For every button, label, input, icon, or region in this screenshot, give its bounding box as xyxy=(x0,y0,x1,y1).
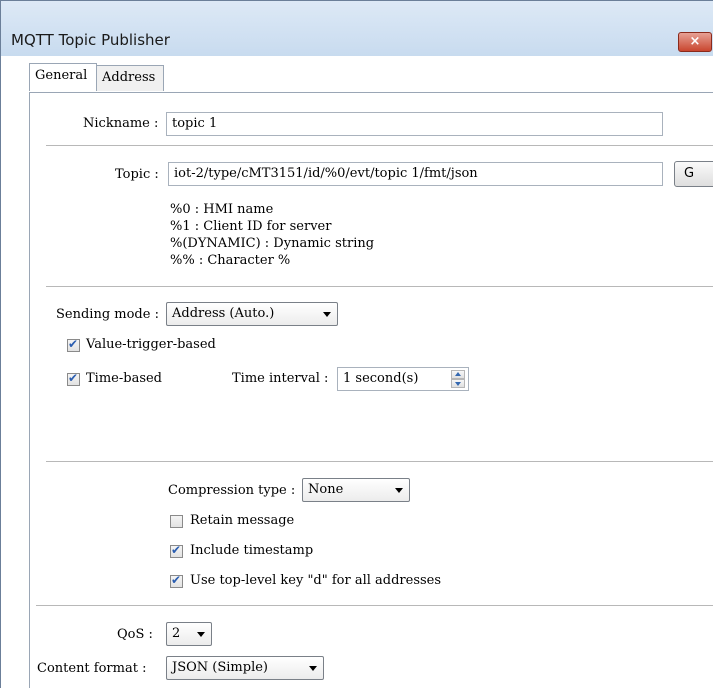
time-interval-value: 1 second(s) xyxy=(343,371,419,386)
chevron-down-icon xyxy=(197,632,205,637)
close-button[interactable]: × xyxy=(678,32,712,52)
tab-general-label: General xyxy=(35,68,88,83)
top-level-key-checkbox[interactable] xyxy=(170,573,183,588)
sending-mode-value: Address (Auto.) xyxy=(172,306,275,321)
include-timestamp-checkbox[interactable] xyxy=(170,543,183,558)
divider xyxy=(46,286,713,287)
content-format-dropdown[interactable]: JSON (Simple) xyxy=(166,656,324,680)
topic-help-line: %(DYNAMIC) : Dynamic string xyxy=(170,236,375,251)
divider xyxy=(46,461,713,462)
topic-generate-label: G xyxy=(684,166,695,181)
divider xyxy=(36,605,713,606)
compression-type-label: Compression type : xyxy=(168,483,296,498)
tab-address-label: Address xyxy=(102,70,156,85)
tab-general[interactable]: General xyxy=(29,63,97,91)
include-timestamp-label: Include timestamp xyxy=(190,543,314,558)
nickname-value: topic 1 xyxy=(172,116,218,131)
spin-down-icon[interactable] xyxy=(451,379,465,388)
value-trigger-checkbox[interactable] xyxy=(67,337,80,352)
divider xyxy=(46,145,713,146)
chevron-down-icon xyxy=(323,312,331,317)
qos-label: QoS : xyxy=(117,627,153,642)
chevron-down-icon xyxy=(309,666,317,671)
time-interval-spinner[interactable]: 1 second(s) xyxy=(337,367,469,391)
compression-type-dropdown[interactable]: None xyxy=(302,478,410,502)
title-bar[interactable]: MQTT Topic Publisher × xyxy=(1,1,713,56)
nickname-field[interactable]: topic 1 xyxy=(166,112,663,136)
sending-mode-label: Sending mode : xyxy=(56,307,159,322)
content-format-value: JSON (Simple) xyxy=(172,660,268,675)
retain-message-checkbox[interactable] xyxy=(170,515,183,528)
nickname-label: Nickname : xyxy=(83,116,159,131)
sending-mode-dropdown[interactable]: Address (Auto.) xyxy=(166,302,338,326)
chevron-down-icon xyxy=(395,488,403,493)
tab-address[interactable]: Address xyxy=(96,65,164,91)
dialog-window: MQTT Topic Publisher × General Address N… xyxy=(0,0,713,688)
topic-help-line: %1 : Client ID for server xyxy=(170,219,332,234)
qos-value: 2 xyxy=(172,626,181,641)
topic-help-line: %% : Character % xyxy=(170,253,291,268)
topic-help-line: %0 : HMI name xyxy=(170,202,274,217)
time-based-checkbox[interactable] xyxy=(67,371,80,386)
compression-type-value: None xyxy=(308,482,344,497)
time-interval-label: Time interval : xyxy=(232,371,329,386)
window-title: MQTT Topic Publisher xyxy=(11,31,170,49)
time-based-label: Time-based xyxy=(86,371,163,386)
spin-up-icon[interactable] xyxy=(451,370,465,379)
close-icon: × xyxy=(689,34,701,49)
topic-value: iot-2/type/cMT3151/id/%0/evt/topic 1/fmt… xyxy=(174,166,478,181)
topic-label: Topic : xyxy=(115,167,159,182)
topic-generate-button[interactable]: G xyxy=(674,161,713,187)
value-trigger-label: Value-trigger-based xyxy=(86,337,216,352)
content-format-label: Content format : xyxy=(37,661,147,676)
topic-field[interactable]: iot-2/type/cMT3151/id/%0/evt/topic 1/fmt… xyxy=(168,162,663,186)
top-level-key-label: Use top-level key "d" for all addresses xyxy=(190,573,442,588)
retain-message-label: Retain message xyxy=(190,513,295,528)
qos-dropdown[interactable]: 2 xyxy=(166,622,212,646)
